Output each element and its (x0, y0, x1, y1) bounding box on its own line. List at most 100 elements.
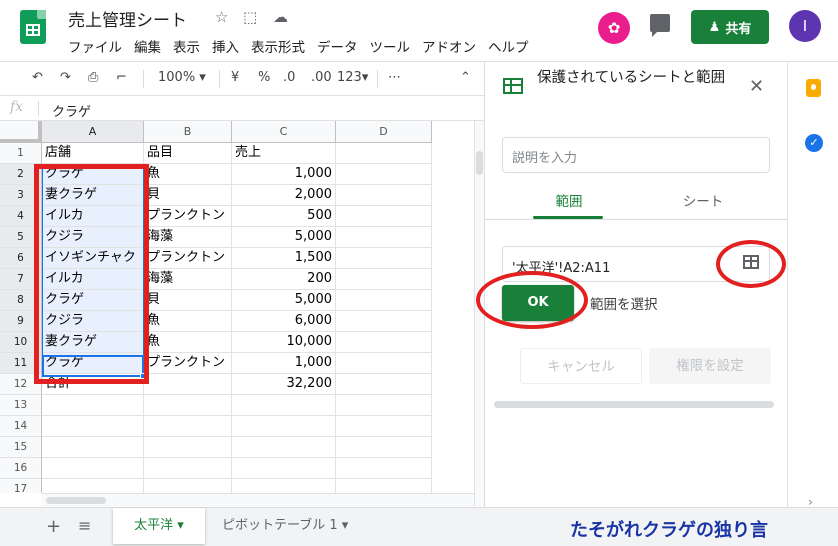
cell[interactable]: 品目 (144, 143, 232, 164)
cell[interactable] (42, 458, 144, 479)
horizontal-scrollbar[interactable] (42, 493, 474, 506)
menu-item[interactable]: ヘルプ (488, 36, 529, 56)
cell[interactable]: 500 (232, 206, 336, 227)
currency-format-button[interactable]: ¥ (231, 70, 239, 85)
cell[interactable]: 海藻 (144, 227, 232, 248)
cell[interactable]: 32,200 (232, 374, 336, 395)
cell[interactable] (232, 416, 336, 437)
cell[interactable]: 1,000 (232, 353, 336, 374)
cell[interactable] (336, 143, 432, 164)
description-input[interactable]: 説明を入力 (502, 137, 770, 173)
user-avatar[interactable]: I (789, 10, 821, 42)
cell[interactable]: 海藻 (144, 269, 232, 290)
all-sheets-icon[interactable]: ≡ (78, 516, 91, 535)
menu-item[interactable]: 表示形式 (251, 36, 305, 56)
increase-decimal-button[interactable]: .00 (311, 70, 332, 85)
star-icon[interactable]: ☆ (215, 8, 228, 26)
cell[interactable] (336, 185, 432, 206)
cell[interactable] (42, 437, 144, 458)
cell[interactable] (336, 290, 432, 311)
cell[interactable] (42, 395, 144, 416)
cell[interactable] (336, 248, 432, 269)
sheet-tab-pivot[interactable]: ピボットテーブル 1 ▾ (222, 508, 348, 544)
cell[interactable]: 店舗 (42, 143, 144, 164)
cell[interactable] (42, 479, 144, 493)
cell[interactable]: 魚 (144, 164, 232, 185)
decrease-decimal-button[interactable]: .0 (283, 70, 295, 85)
row-header[interactable]: 14 (0, 416, 42, 437)
cancel-button[interactable]: キャンセル (520, 348, 642, 384)
add-sheet-icon[interactable]: + (46, 516, 61, 537)
zoom-select[interactable]: 100% ▾ (158, 70, 206, 85)
cell[interactable]: プランクトン (144, 353, 232, 374)
cell[interactable] (144, 416, 232, 437)
cell[interactable]: 2,000 (232, 185, 336, 206)
cell[interactable] (336, 269, 432, 290)
keep-icon[interactable] (806, 79, 821, 97)
column-header[interactable]: A (42, 121, 144, 143)
cell[interactable]: 魚 (144, 332, 232, 353)
menu-item[interactable]: 挿入 (212, 36, 239, 56)
menu-item[interactable]: アドオン (422, 36, 476, 56)
menu-item[interactable]: ツール (370, 36, 411, 56)
set-permissions-button[interactable]: 権限を設定 (649, 348, 771, 384)
move-folder-icon[interactable]: ⬚ (243, 8, 257, 26)
cell[interactable] (336, 227, 432, 248)
cell[interactable] (232, 458, 336, 479)
cell[interactable] (336, 206, 432, 227)
cell[interactable] (336, 395, 432, 416)
more-icon[interactable]: ⋯ (388, 70, 401, 85)
document-title[interactable]: 売上管理シート (68, 6, 187, 31)
cell[interactable] (144, 374, 232, 395)
menu-item[interactable]: 編集 (134, 36, 161, 56)
close-icon[interactable]: ✕ (749, 76, 764, 97)
cell[interactable]: 5,000 (232, 227, 336, 248)
cell[interactable]: 1,000 (232, 164, 336, 185)
cell[interactable] (232, 437, 336, 458)
cell[interactable] (232, 395, 336, 416)
row-header[interactable]: 15 (0, 437, 42, 458)
cell[interactable] (144, 395, 232, 416)
cell[interactable] (144, 437, 232, 458)
cell[interactable]: 10,000 (232, 332, 336, 353)
comments-icon[interactable] (650, 14, 670, 37)
share-button[interactable]: ♟ 共有 (691, 10, 769, 44)
cell[interactable] (336, 458, 432, 479)
tab-sheet[interactable]: シート (636, 190, 770, 220)
cell[interactable] (144, 458, 232, 479)
cell[interactable] (336, 311, 432, 332)
column-header[interactable]: B (144, 121, 232, 143)
menu-item[interactable]: 表示 (173, 36, 200, 56)
cell[interactable]: プランクトン (144, 248, 232, 269)
column-header[interactable]: D (336, 121, 432, 143)
cell[interactable] (144, 479, 232, 493)
percent-format-button[interactable]: % (258, 70, 270, 85)
cell[interactable] (336, 374, 432, 395)
menu-item[interactable]: ファイル (68, 36, 122, 56)
cell[interactable]: 200 (232, 269, 336, 290)
cell[interactable] (336, 437, 432, 458)
cell[interactable] (336, 164, 432, 185)
sheets-logo-icon[interactable] (20, 10, 46, 44)
row-header[interactable]: 1 (0, 143, 42, 164)
tasks-icon[interactable]: ✓ (805, 134, 823, 152)
column-header[interactable]: C (232, 121, 336, 143)
cell[interactable]: 1,500 (232, 248, 336, 269)
panel-scrollbar[interactable] (494, 401, 774, 408)
menu-item[interactable]: データ (317, 36, 358, 56)
cell[interactable]: 貝 (144, 290, 232, 311)
row-header[interactable]: 16 (0, 458, 42, 479)
collaborator-avatar[interactable]: ✿ (598, 12, 630, 44)
redo-icon[interactable]: ↷ (60, 70, 71, 85)
cell[interactable] (336, 479, 432, 493)
print-icon[interactable]: ⎙ (88, 70, 98, 85)
cell[interactable]: 貝 (144, 185, 232, 206)
sheet-tab-active[interactable]: 太平洋 ▾ (113, 508, 205, 544)
cell[interactable]: 5,000 (232, 290, 336, 311)
more-formats-button[interactable]: 123▾ (337, 70, 368, 85)
cell[interactable]: 売上 (232, 143, 336, 164)
chevron-right-icon[interactable]: › (808, 495, 813, 509)
formula-input[interactable]: クラゲ (52, 101, 91, 120)
cloud-status-icon[interactable]: ☁ (273, 8, 288, 26)
chevron-up-icon[interactable]: ⌃ (460, 70, 471, 85)
